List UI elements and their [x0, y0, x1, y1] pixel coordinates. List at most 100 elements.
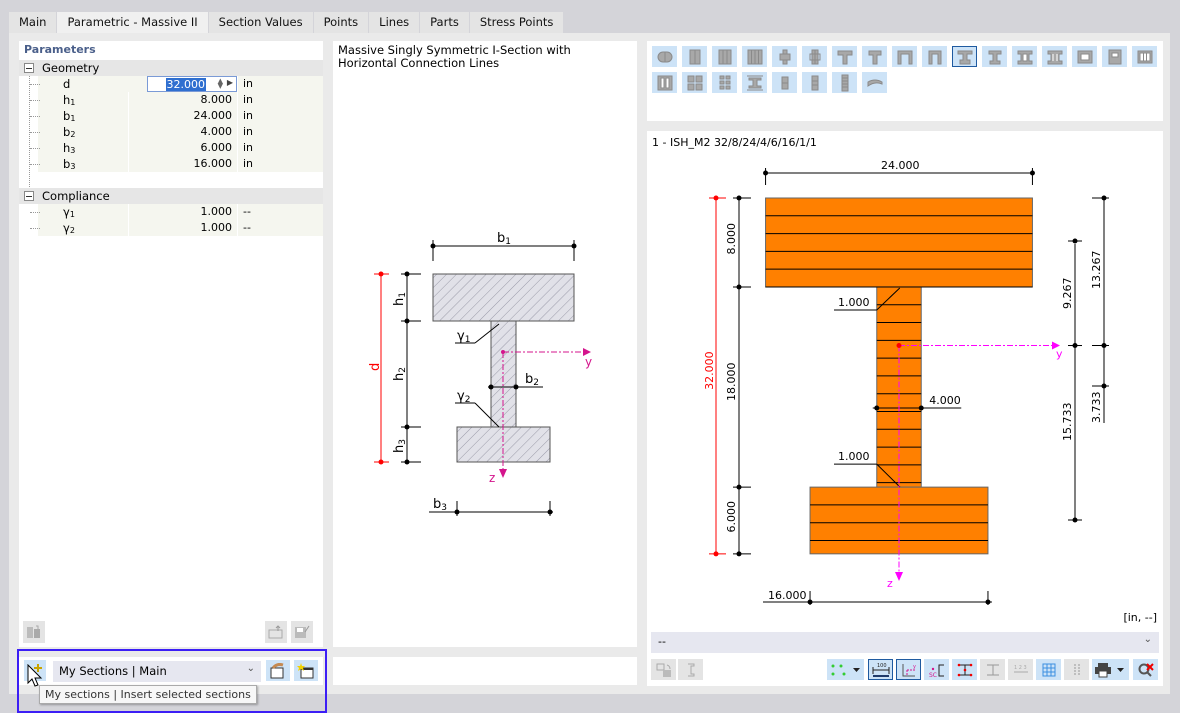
label-b3: b3	[433, 497, 447, 513]
legend-icon	[1074, 663, 1079, 676]
param-row[interactable]: b1 24.000 in	[30, 108, 323, 124]
stress-points-button[interactable]	[952, 659, 977, 680]
param-row[interactable]: γ2 1.000 --	[30, 220, 323, 236]
section-type-grid-four[interactable]	[682, 72, 707, 93]
section-type-box-multi[interactable]	[1132, 46, 1157, 67]
param-value[interactable]: 1.000	[128, 220, 234, 236]
section-type-grid-six[interactable]	[712, 72, 737, 93]
section-type-rect-five[interactable]	[832, 72, 857, 93]
section-type-cross-plates[interactable]	[772, 46, 797, 67]
section-type-pi-section[interactable]	[892, 46, 917, 67]
tab-main[interactable]: Main	[9, 12, 58, 33]
rotate-button[interactable]	[651, 659, 676, 680]
dim-web-width-label: 4.000	[929, 394, 961, 407]
tab-stress-points[interactable]: Stress Points	[469, 12, 565, 33]
tree-connector	[30, 148, 40, 149]
tooltip: My sections | Insert selected sections	[39, 685, 257, 704]
collapse-toggle-icon[interactable]	[24, 63, 34, 73]
section-type-t-section-2[interactable]	[862, 46, 887, 67]
section-type-i-section-3[interactable]	[1012, 46, 1037, 67]
param-row[interactable]: d 32.000 ▲ ▼ ▶ in	[30, 76, 323, 92]
svg-text:y: y	[913, 664, 916, 670]
param-row[interactable]: h3 6.000 in	[30, 140, 323, 156]
pi-section-2-icon	[928, 50, 941, 64]
tree-connector	[30, 100, 40, 101]
open-file-button[interactable]	[265, 621, 287, 643]
section-type-rect-three[interactable]	[802, 72, 827, 93]
section-type-i-with-lines[interactable]	[742, 72, 767, 93]
grid-icon	[1042, 663, 1055, 676]
cross-plates-icon	[779, 49, 790, 64]
param-value[interactable]: 24.000	[128, 108, 234, 124]
section-type-pi-section-2[interactable]	[922, 46, 947, 67]
param-row[interactable]: b3 16.000 in	[30, 156, 323, 172]
param-unit: in	[237, 92, 253, 108]
section-type-box-multi-2[interactable]	[652, 72, 677, 93]
tab-parts[interactable]: Parts	[420, 12, 470, 33]
section-type-i-section-2[interactable]	[982, 46, 1007, 67]
param-value[interactable]: 6.000	[128, 140, 234, 156]
axes-button[interactable]: y	[896, 659, 921, 680]
collapse-toggle-icon[interactable]	[24, 191, 34, 201]
print-button[interactable]	[1092, 659, 1129, 680]
tab-points[interactable]: Points	[313, 12, 370, 33]
dimension-node	[1072, 343, 1078, 349]
section-type-box-horizontal[interactable]	[1072, 46, 1097, 67]
param-value[interactable]: 4.000	[128, 124, 234, 140]
param-value[interactable]: 8.000	[128, 92, 234, 108]
points-display-button[interactable]	[827, 659, 864, 680]
section-type-t-section[interactable]	[832, 46, 857, 67]
section-type-round-massive[interactable]	[652, 46, 677, 67]
dimension-node	[1029, 170, 1035, 176]
grid-button[interactable]	[1036, 659, 1061, 680]
i-section-4-icon	[1047, 50, 1062, 64]
library-button[interactable]	[23, 621, 45, 643]
numbering-button[interactable]: 1 2 3	[1008, 659, 1033, 680]
mirror-button[interactable]	[678, 659, 703, 680]
label-b2: b2	[525, 372, 539, 388]
section-type-curved-section[interactable]	[862, 72, 887, 93]
param-row[interactable]: γ1 1.000 --	[30, 204, 323, 220]
label-d: d	[368, 363, 383, 371]
manage-sections-button[interactable]	[266, 660, 290, 681]
section-type-two-plates[interactable]	[682, 46, 707, 67]
new-section-button[interactable]	[294, 660, 318, 681]
open-folder-icon	[268, 625, 283, 639]
section-type-four-plates[interactable]	[742, 46, 767, 67]
stress-points-icon	[957, 663, 972, 676]
rect-five-icon	[841, 74, 848, 91]
dim-h2-label: 18.000	[725, 363, 738, 402]
outline-button[interactable]	[980, 659, 1005, 680]
section-type-i-singly-symmetric[interactable]	[952, 46, 977, 67]
group-geometry[interactable]: Geometry	[19, 60, 323, 76]
spinner-icon[interactable]: ▲ ▼	[218, 78, 223, 90]
combo-value: My Sections | Main	[59, 664, 167, 678]
param-row[interactable]: h1 8.000 in	[30, 92, 323, 108]
save-file-button[interactable]	[291, 621, 313, 643]
dimension-node	[1101, 383, 1107, 389]
section-type-i-section-4[interactable]	[1042, 46, 1067, 67]
group-compliance[interactable]: Compliance	[19, 188, 323, 204]
section-type-double-cross[interactable]	[802, 46, 827, 67]
tab-section-values[interactable]: Section Values	[208, 12, 314, 33]
i-with-lines-icon	[746, 75, 763, 90]
param-row[interactable]: b2 4.000 in	[30, 124, 323, 140]
arrow-right-icon[interactable]: ▶	[227, 78, 233, 87]
reset-view-button[interactable]	[1133, 659, 1158, 680]
shear-center-button[interactable]: SC	[924, 659, 949, 680]
chevron-down-icon: ⌄	[1143, 634, 1152, 645]
param-value[interactable]: 16.000	[128, 156, 234, 172]
result-dropdown[interactable]: -- ⌄	[651, 632, 1159, 653]
section-type-rect-two[interactable]	[772, 72, 797, 93]
param-value[interactable]: 1.000	[128, 204, 234, 220]
section-type-three-plates[interactable]	[712, 46, 737, 67]
section-type-box-vertical[interactable]	[1102, 46, 1127, 67]
param-value-input[interactable]: 32.000 ▲ ▼ ▶	[147, 76, 237, 92]
dim-right-bottom-label: 15.733	[1061, 403, 1074, 442]
dimensions-button[interactable]: 100	[868, 659, 893, 680]
tab-lines[interactable]: Lines	[369, 12, 421, 33]
my-sections-combo[interactable]: My Sections | Main ⌄	[53, 661, 261, 682]
tab-parametric-massive-ii[interactable]: Parametric - Massive II	[57, 12, 209, 34]
legend-button[interactable]	[1064, 659, 1089, 680]
top-flange	[765, 197, 1033, 288]
